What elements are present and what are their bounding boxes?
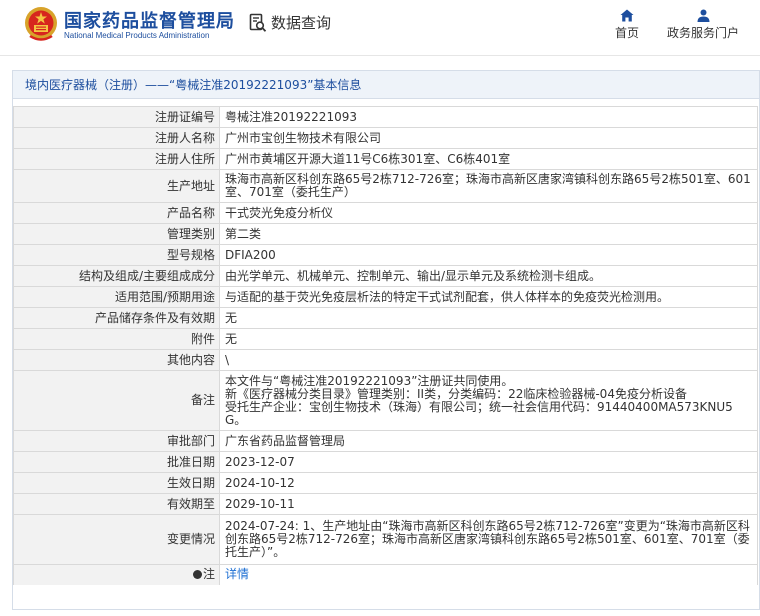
search-document-icon	[249, 13, 267, 32]
field-label-registrant-name: 注册人名称	[13, 127, 220, 149]
table-row: 变更情况 2024-07-24: 1、生产地址由“珠海市高新区科创东路65号2栋7…	[13, 514, 758, 565]
field-value-change-history: 2024-07-24: 1、生产地址由“珠海市高新区科创东路65号2栋712-7…	[219, 514, 758, 565]
table-row: 备注 本文件与“粤械注准20192221093”注册证共同使用。 新《医疗器械分类…	[13, 370, 758, 431]
site-header: 国家药品监督管理局 National Medical Products Admi…	[0, 0, 760, 56]
field-value-storage-validity: 无	[219, 307, 758, 329]
nav-service-portal[interactable]: 政务服务门户	[662, 9, 744, 41]
note-label: 注	[202, 567, 215, 582]
field-value-structure-composition: 由光学单元、机械单元、控制单元、输出/显示单元及系统检测卡组成。	[219, 265, 758, 287]
field-value-effective-date: 2024-10-12	[219, 472, 758, 494]
registration-info-table: 注册证编号 粤械注准20192221093 注册人名称 广州市宝创生物技术有限公司 注册…	[13, 106, 758, 585]
field-label-product-name: 产品名称	[13, 202, 220, 224]
home-icon	[620, 9, 634, 22]
nav-home-label: 首页	[614, 26, 639, 40]
table-row: 适用范围/预期用途 与适配的基于荧光免疫层析法的特定干式试剂配套，供人体样本的免疫…	[13, 286, 758, 308]
field-value-remarks: 本文件与“粤械注准20192221093”注册证共同使用。 新《医疗器械分类目录…	[219, 370, 758, 431]
field-label-model-spec: 型号规格	[13, 244, 220, 266]
field-label-management-class: 管理类别	[13, 223, 220, 245]
user-icon	[697, 9, 709, 22]
table-row: 型号规格 DFIA200	[13, 244, 758, 266]
field-label-scope-intended-use: 适用范围/预期用途	[13, 286, 220, 308]
table-row: 注册人住所 广州市黄埔区开源大道11号C6栋301室、C6栋401室	[13, 148, 758, 170]
field-label-remarks: 备注	[13, 370, 220, 431]
table-row: 生效日期 2024-10-12	[13, 472, 758, 494]
field-value-scope-intended-use: 与适配的基于荧光免疫层析法的特定干式试剂配套，供人体样本的免疫荧光检测用。	[219, 286, 758, 308]
table-row: 注册证编号 粤械注准20192221093	[13, 106, 758, 128]
field-value-production-address: 珠海市高新区科创东路65号2栋712-726室；珠海市高新区唐家湾镇科创东路65…	[219, 169, 758, 203]
org-name-en: National Medical Products Administration	[64, 31, 210, 40]
field-value-registrant-name: 广州市宝创生物技术有限公司	[219, 127, 758, 149]
field-label-structure-composition: 结构及组成/主要组成成分	[13, 265, 220, 287]
field-label-approval-dept: 审批部门	[13, 430, 220, 452]
table-row: 审批部门 广东省药品监督管理局	[13, 430, 758, 452]
field-label-attachment: 附件	[13, 328, 220, 350]
field-value-approval-dept: 广东省药品监督管理局	[219, 430, 758, 452]
field-value-expiry-date: 2029-10-11	[219, 493, 758, 515]
breadcrumb-separator: ——	[145, 78, 170, 92]
table-row: 批准日期 2023-12-07	[13, 451, 758, 473]
field-value-other-content: \	[219, 349, 758, 371]
field-label-reg-no: 注册证编号	[13, 106, 220, 128]
field-value-registrant-address: 广州市黄埔区开源大道11号C6栋301室、C6栋401室	[219, 148, 758, 170]
detail-link[interactable]: 详情	[225, 567, 249, 581]
page-title: “粤械注准20192221093”基本信息	[169, 78, 362, 92]
table-row: 附件无	[13, 328, 758, 350]
table-row: 产品名称 干式荧光免疫分析仪	[13, 202, 758, 224]
field-value-model-spec: DFIA200	[219, 244, 758, 266]
field-label-note: 注	[13, 564, 220, 585]
table-row: 生产地址 珠海市高新区科创东路65号2栋712-726室；珠海市高新区唐家湾镇科创…	[13, 169, 758, 203]
nav-portal-label: 政务服务门户	[666, 26, 739, 40]
field-label-expiry-date: 有效期至	[13, 493, 220, 515]
field-label-approval-date: 批准日期	[13, 451, 220, 473]
table-row: 产品储存条件及有效期无	[13, 307, 758, 329]
field-value-attachment: 无	[219, 328, 758, 350]
table-row: 有效期至 2029-10-11	[13, 493, 758, 515]
field-label-effective-date: 生效日期	[13, 472, 220, 494]
field-label-storage-validity: 产品储存条件及有效期	[13, 307, 220, 329]
info-dot-icon	[192, 570, 202, 580]
breadcrumb: 境内医疗器械（注册）——“粤械注准20192221093”基本信息	[13, 71, 759, 99]
field-value-reg-no: 粤械注准20192221093	[219, 106, 758, 128]
data-query-label: 数据查询	[271, 14, 332, 32]
breadcrumb-category-link[interactable]: 境内医疗器械（注册）	[25, 78, 145, 92]
org-name-cn: 国家药品监督管理局	[64, 11, 235, 32]
table-row: 注册人名称 广州市宝创生物技术有限公司	[13, 127, 758, 149]
field-value-management-class: 第二类	[219, 223, 758, 245]
field-value-product-name: 干式荧光免疫分析仪	[219, 202, 758, 224]
table-row: 管理类别 第二类	[13, 223, 758, 245]
field-value-note: 详情	[219, 564, 758, 585]
field-value-approval-date: 2023-12-07	[219, 451, 758, 473]
field-label-change-history: 变更情况	[13, 514, 220, 565]
field-label-other-content: 其他内容	[13, 349, 220, 371]
table-row: 结构及组成/主要组成成分 由光学单元、机械单元、控制单元、输出/显示单元及系统检测…	[13, 265, 758, 287]
table-row: 注详情	[13, 564, 758, 585]
national-emblem-icon	[25, 7, 57, 41]
field-label-production-address: 生产地址	[13, 169, 220, 203]
data-query-link[interactable]: 数据查询	[249, 12, 331, 33]
nav-home[interactable]: 首页	[611, 9, 643, 41]
table-row: 其他内容 \	[13, 349, 758, 371]
field-label-registrant-address: 注册人住所	[13, 148, 220, 170]
basic-info-panel: 境内医疗器械（注册）——“粤械注准20192221093”基本信息 注册证编号粤…	[12, 70, 760, 610]
